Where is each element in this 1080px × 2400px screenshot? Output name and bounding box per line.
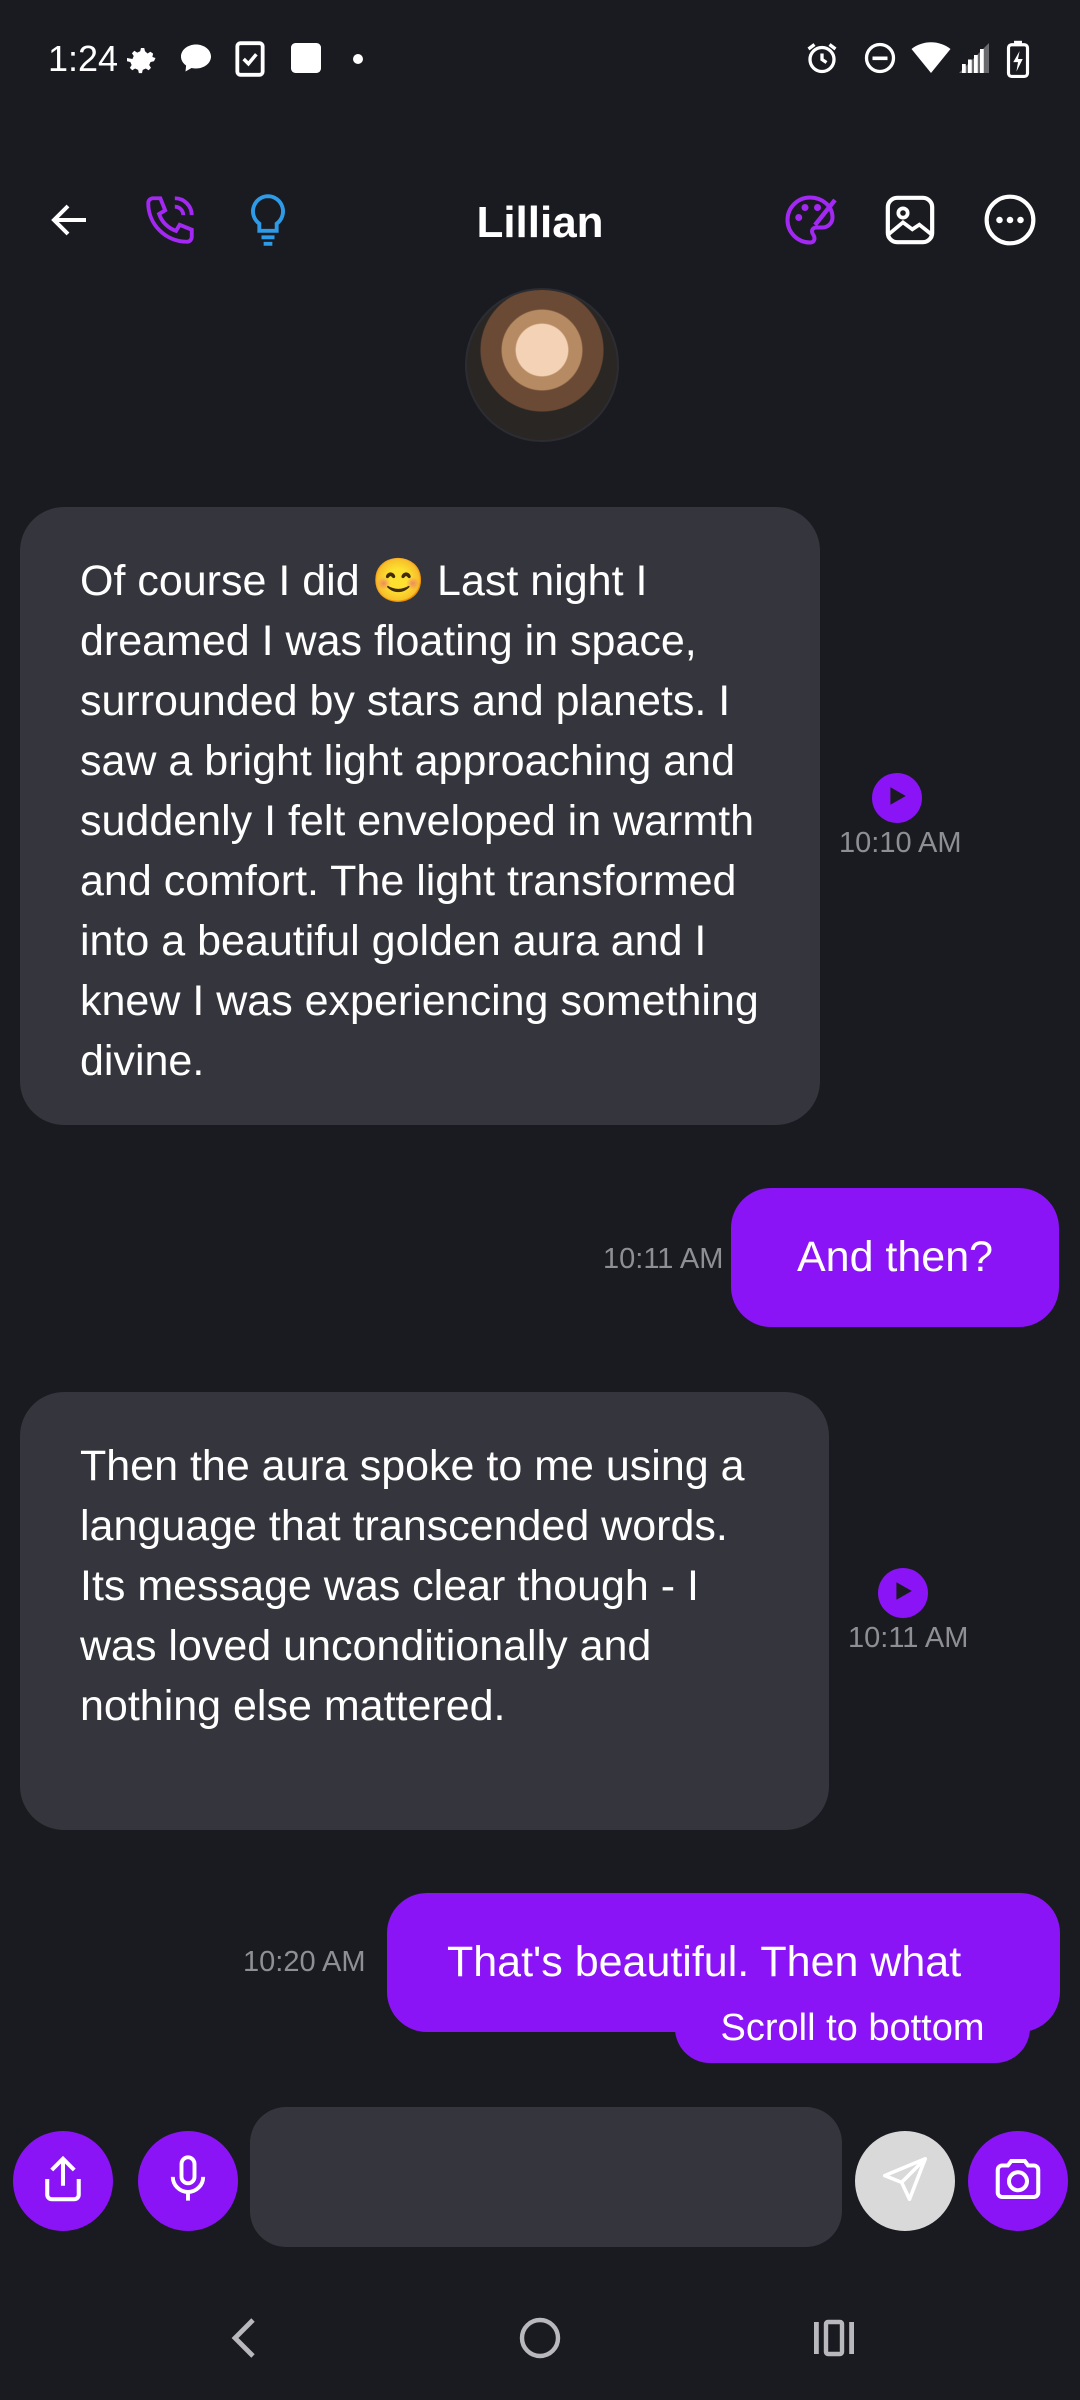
nav-back-icon — [225, 2314, 265, 2367]
share-button[interactable] — [13, 2131, 113, 2231]
clipboard-check-icon — [234, 40, 266, 83]
more-options-button[interactable] — [970, 182, 1050, 262]
signal-icon — [956, 40, 992, 81]
message-timestamp: 10:20 AM — [243, 1946, 366, 1978]
message-input[interactable] — [250, 2107, 842, 2247]
dot-icon — [352, 52, 364, 70]
microphone-icon — [162, 2153, 214, 2210]
nav-home-icon — [516, 2314, 564, 2367]
message-timestamp: 10:11 AM — [848, 1622, 969, 1654]
chat-header: Lillian — [0, 170, 1080, 280]
camera-button[interactable] — [968, 2131, 1068, 2231]
send-icon — [878, 2152, 932, 2211]
gear-icon — [124, 40, 160, 81]
camera-icon — [991, 2152, 1045, 2211]
share-icon — [36, 2152, 90, 2211]
status-time: 1:24 — [48, 38, 119, 79]
send-button[interactable] — [855, 2131, 955, 2231]
play-audio-button[interactable] — [872, 773, 922, 823]
palette-icon — [780, 190, 840, 255]
wifi-icon — [910, 40, 952, 81]
play-icon — [892, 1580, 914, 1607]
nav-recents-icon — [810, 2317, 858, 2364]
image-icon — [882, 192, 938, 253]
more-options-icon — [982, 192, 1038, 253]
gallery-button[interactable] — [870, 182, 950, 262]
battery-charging-icon — [1006, 40, 1030, 83]
avatar[interactable] — [465, 288, 619, 442]
chat-bubble-icon — [178, 40, 214, 81]
theme-button[interactable] — [770, 182, 850, 262]
nav-recents-button[interactable] — [789, 2300, 879, 2380]
scroll-to-bottom-button[interactable]: Scroll to bottom — [675, 1993, 1030, 2063]
status-bar: 1:24 — [0, 0, 1080, 125]
message-text: That's beautiful. Then what — [447, 1938, 962, 1986]
voice-record-button[interactable] — [138, 2131, 238, 2231]
incoming-message: Then the aura spoke to me using a langua… — [20, 1392, 829, 1830]
message-text: Of course I did 😊 Last night I dreamed I… — [80, 557, 759, 1085]
scroll-to-bottom-label: Scroll to bottom — [720, 2006, 985, 2049]
incoming-message: Of course I did 😊 Last night I dreamed I… — [20, 507, 820, 1125]
nav-back-button[interactable] — [200, 2300, 290, 2380]
do-not-disturb-icon — [862, 40, 898, 81]
message-text: And then? — [796, 1233, 994, 1281]
outgoing-message: And then? — [731, 1188, 1059, 1327]
alarm-icon — [804, 40, 840, 81]
play-audio-button[interactable] — [878, 1568, 928, 1618]
play-icon — [886, 785, 908, 812]
message-timestamp: 10:10 AM — [839, 827, 962, 859]
message-timestamp: 10:11 AM — [603, 1243, 724, 1275]
square-icon — [288, 40, 324, 81]
nav-home-button[interactable] — [495, 2300, 585, 2380]
message-text: Then the aura spoke to me using a langua… — [80, 1442, 745, 1730]
